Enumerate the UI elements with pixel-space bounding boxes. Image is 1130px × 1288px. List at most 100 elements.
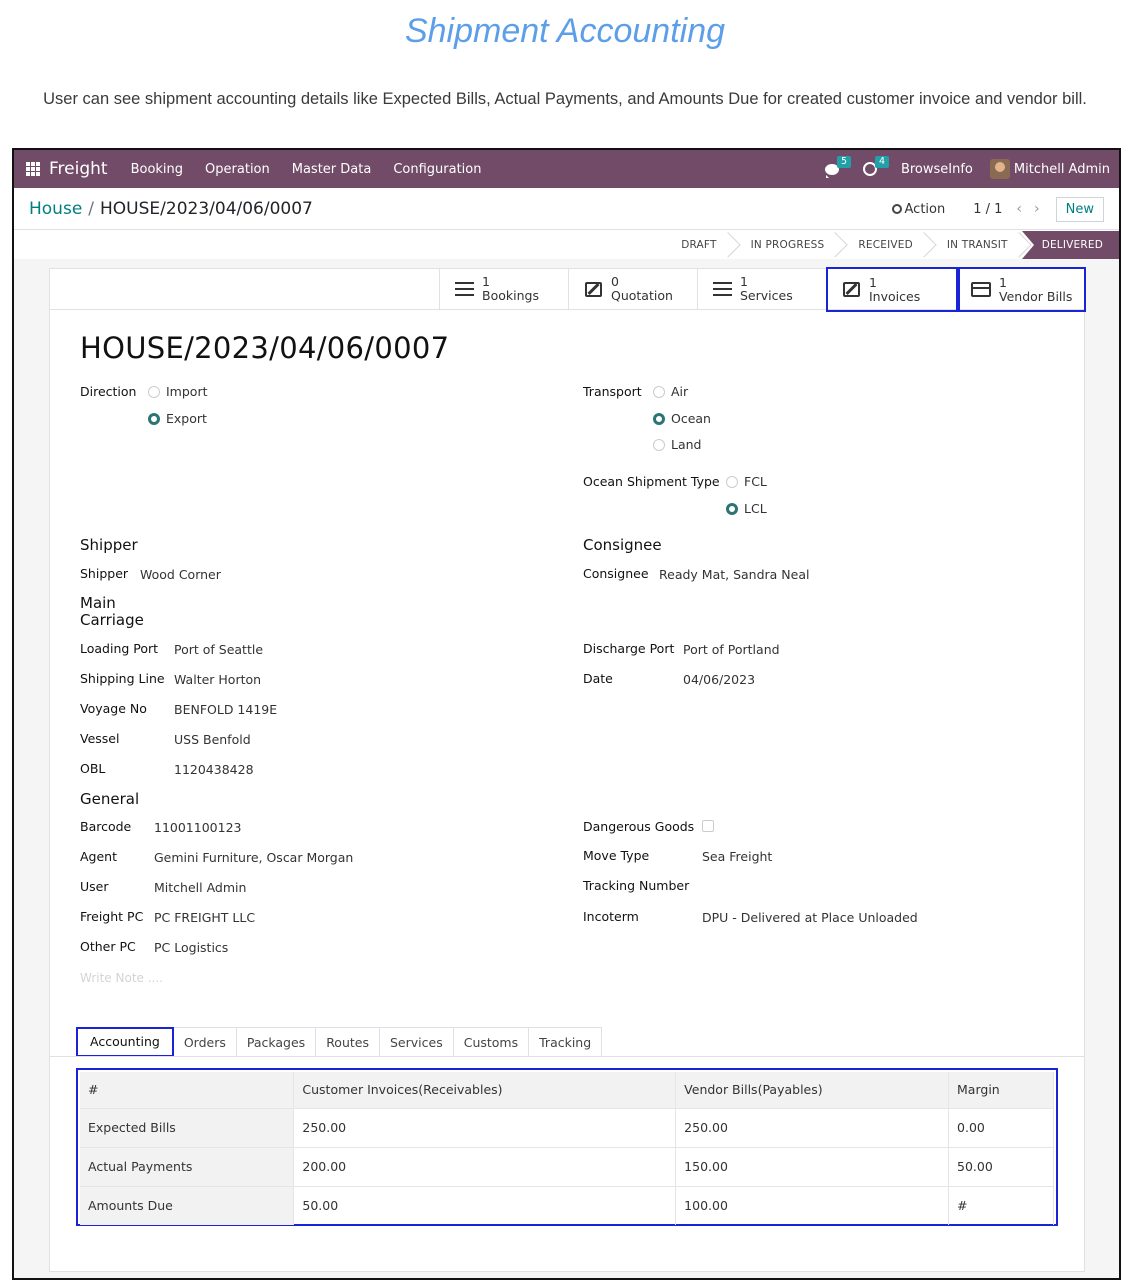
- direction-import-label: Import: [166, 384, 208, 399]
- edit-icon: [584, 281, 602, 297]
- tab-services[interactable]: Services: [380, 1027, 454, 1057]
- shipper-value[interactable]: Wood Corner: [140, 567, 221, 582]
- user-menu[interactable]: Mitchell Admin: [1014, 162, 1110, 177]
- move-type-value[interactable]: Sea Freight: [702, 849, 772, 864]
- breadcrumb-parent[interactable]: House: [29, 199, 82, 219]
- notebook-tabs: Accounting Orders Packages Routes Servic…: [76, 1027, 603, 1057]
- ocean-type-fcl-label: FCL: [744, 474, 767, 489]
- bookings-label: Bookings: [482, 288, 539, 303]
- table-cell: 250.00: [675, 1107, 950, 1147]
- main-carriage-title-line2: Carriage: [80, 611, 144, 629]
- tab-tracking[interactable]: Tracking: [529, 1027, 603, 1057]
- discharge-port-value[interactable]: Port of Portland: [683, 642, 780, 657]
- table-header: Customer Invoices(Receivables): [293, 1072, 677, 1108]
- loading-port-value[interactable]: Port of Seattle: [174, 642, 263, 657]
- chevron-right-icon[interactable]: ›: [1034, 201, 1040, 217]
- dangerous-goods-label: Dangerous Goods: [583, 819, 695, 834]
- voyage-no-value[interactable]: BENFOLD 1419E: [174, 702, 277, 717]
- ocean-type-label: Ocean Shipment Type: [583, 474, 720, 489]
- stage-in-progress[interactable]: IN PROGRESS: [731, 231, 839, 259]
- tab-orders[interactable]: Orders: [173, 1027, 237, 1057]
- obl-value[interactable]: 1120438428: [174, 762, 254, 777]
- smart-buttons: 1 Bookings 0 Quotation 1 Services 1 Invoices…: [50, 267, 1086, 312]
- accounting-table: # Customer Invoices(Receivables) Vendor …: [80, 1072, 1054, 1225]
- action-menu-button[interactable]: Action: [891, 201, 946, 217]
- company-switcher[interactable]: BrowseInfo: [901, 162, 973, 177]
- direction-export-radio[interactable]: Export: [148, 411, 207, 426]
- menu-booking[interactable]: Booking: [131, 162, 183, 177]
- menu-configuration[interactable]: Configuration: [393, 162, 481, 177]
- shipping-line-value[interactable]: Walter Horton: [174, 672, 261, 687]
- activities-button[interactable]: 4: [862, 156, 889, 178]
- user-value[interactable]: Mitchell Admin: [154, 880, 246, 895]
- main-carriage-title-line1: Main: [80, 594, 116, 612]
- obl-label: OBL: [80, 761, 106, 776]
- barcode-value[interactable]: 11001100123: [154, 820, 241, 835]
- direction-export-label: Export: [166, 411, 207, 426]
- vessel-value[interactable]: USS Benfold: [174, 732, 251, 747]
- user-label: User: [80, 879, 109, 894]
- app-name[interactable]: Freight: [49, 159, 108, 179]
- invoices-smart-button[interactable]: 1 Invoices: [826, 267, 958, 312]
- tab-accounting[interactable]: Accounting: [76, 1027, 174, 1057]
- quotation-smart-button[interactable]: 0 Quotation: [568, 269, 697, 309]
- apps-grid-icon[interactable]: [26, 162, 40, 176]
- quotation-count: 0: [611, 274, 619, 289]
- action-label: Action: [904, 201, 946, 217]
- tab-packages[interactable]: Packages: [236, 1027, 317, 1057]
- list-icon: [454, 282, 474, 296]
- new-button[interactable]: New: [1055, 196, 1104, 222]
- chevron-left-icon[interactable]: ‹: [1016, 201, 1022, 217]
- ocean-type-lcl-label: LCL: [744, 501, 767, 516]
- tab-customs[interactable]: Customs: [453, 1027, 530, 1057]
- tab-routes[interactable]: Routes: [316, 1027, 380, 1057]
- stage-delivered[interactable]: DELIVERED: [1021, 231, 1119, 259]
- shipper-section-title: Shipper: [80, 536, 138, 554]
- vessel-label: Vessel: [80, 731, 120, 746]
- table-row-label: Expected Bills: [80, 1107, 295, 1147]
- transport-ocean-label: Ocean: [671, 411, 711, 426]
- other-pc-value[interactable]: PC Logistics: [154, 940, 228, 955]
- freight-pc-label: Freight PC: [80, 909, 144, 924]
- accounting-table-highlight: # Customer Invoices(Receivables) Vendor …: [76, 1068, 1058, 1226]
- user-avatar[interactable]: [989, 159, 1010, 179]
- dangerous-goods-checkbox[interactable]: [702, 820, 714, 832]
- transport-ocean-radio[interactable]: Ocean: [653, 411, 711, 426]
- menu-master-data[interactable]: Master Data: [292, 162, 372, 177]
- note-input[interactable]: Write Note ....: [80, 971, 163, 985]
- stage-received[interactable]: RECEIVED: [838, 231, 927, 259]
- freight-pc-value[interactable]: PC FREIGHT LLC: [154, 910, 255, 925]
- vendor-bills-smart-button[interactable]: 1 Vendor Bills: [958, 267, 1086, 312]
- bookings-count: 1: [482, 274, 490, 289]
- consignee-value[interactable]: Ready Mat, Sandra Neal: [659, 567, 809, 582]
- top-navbar: Freight Booking Operation Master Data Co…: [14, 150, 1119, 188]
- quotation-label: Quotation: [611, 288, 673, 303]
- bookings-smart-button[interactable]: 1 Bookings: [439, 269, 568, 309]
- ocean-type-fcl-radio[interactable]: FCL: [726, 474, 767, 489]
- table-cell: 0.00: [948, 1107, 1054, 1147]
- direction-label: Direction: [80, 384, 137, 399]
- transport-land-radio[interactable]: Land: [653, 437, 701, 452]
- date-value[interactable]: 04/06/2023: [683, 672, 755, 687]
- table-header: Margin: [948, 1072, 1054, 1108]
- stage-draft[interactable]: DRAFT: [661, 231, 730, 259]
- control-panel: House / HOUSE/2023/04/06/0007 Action 1 / 1…: [14, 188, 1119, 230]
- messages-button[interactable]: 5: [824, 156, 851, 178]
- breadcrumb-current: HOUSE/2023/04/06/0007: [100, 198, 313, 219]
- direction-import-radio[interactable]: Import: [148, 384, 208, 399]
- messages-badge: 5: [836, 156, 851, 168]
- transport-air-radio[interactable]: Air: [653, 384, 688, 399]
- date-label: Date: [583, 671, 613, 686]
- breadcrumb: House / HOUSE/2023/04/06/0007: [29, 199, 313, 219]
- pager-value[interactable]: 1 / 1: [973, 202, 1002, 217]
- form-sheet: 1 Bookings 0 Quotation 1 Services 1 Invoices…: [49, 267, 1086, 1272]
- agent-value[interactable]: Gemini Furniture, Oscar Morgan: [154, 850, 353, 865]
- incoterm-value[interactable]: DPU - Delivered at Place Unloaded: [702, 910, 918, 925]
- app-screenshot: Freight Booking Operation Master Data Co…: [12, 148, 1121, 1280]
- menu-operation[interactable]: Operation: [205, 162, 270, 177]
- stage-in-transit[interactable]: IN TRANSIT: [927, 231, 1022, 259]
- services-smart-button[interactable]: 1 Services: [697, 269, 826, 309]
- ocean-type-lcl-radio[interactable]: LCL: [726, 501, 767, 516]
- record-title: HOUSE/2023/04/06/0007: [80, 331, 450, 365]
- voyage-no-label: Voyage No: [80, 701, 147, 716]
